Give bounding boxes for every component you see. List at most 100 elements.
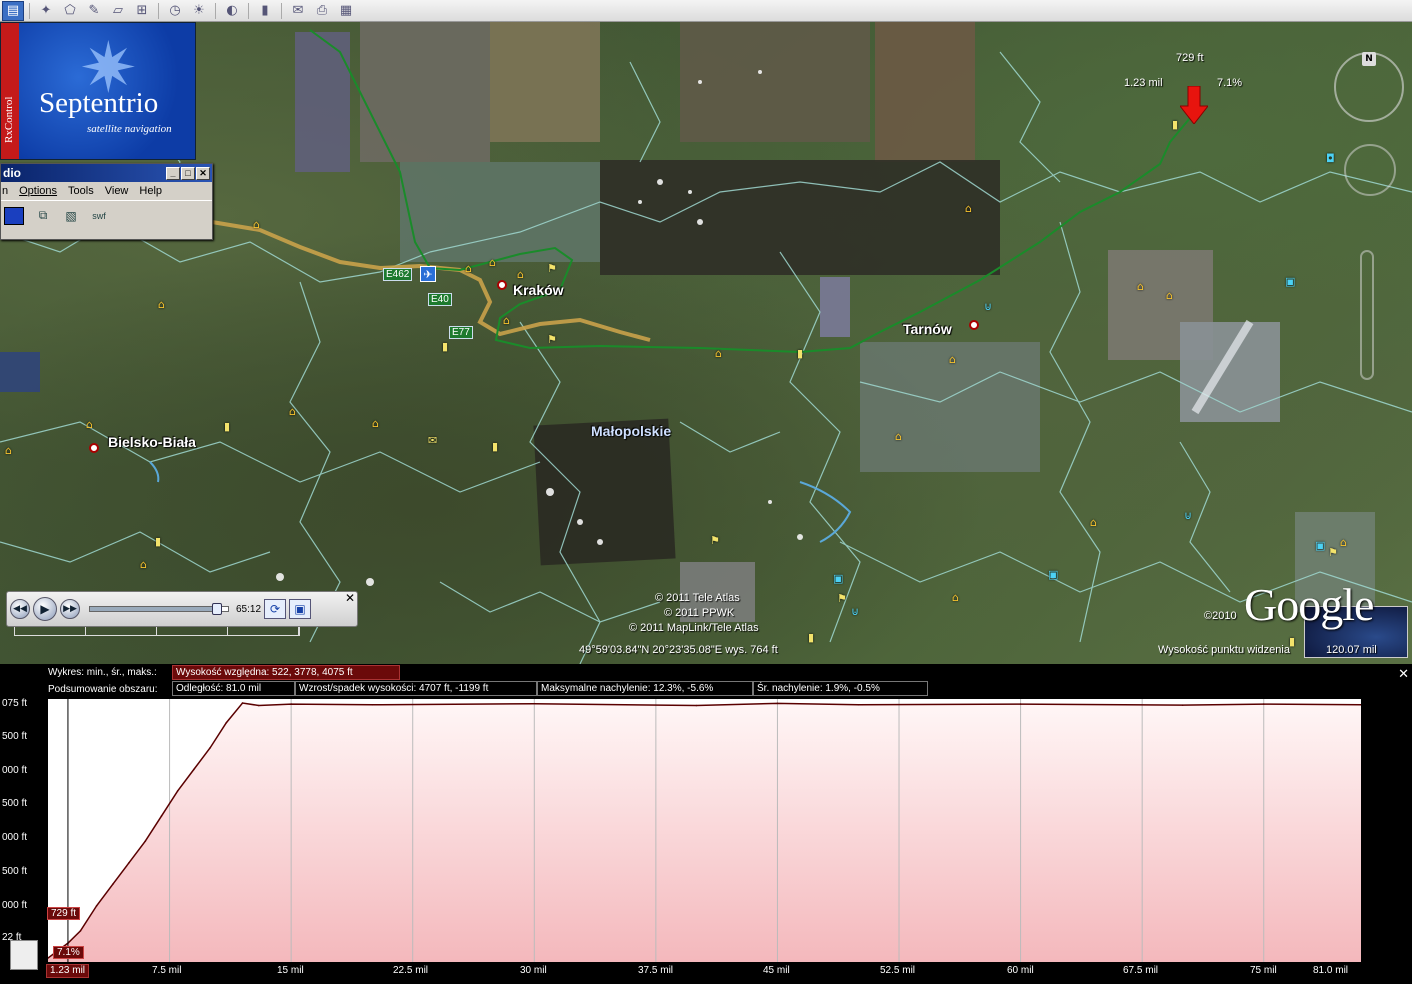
shop-icon[interactable]: ⊍ xyxy=(984,300,992,313)
book-icon[interactable]: ▮ xyxy=(1172,118,1178,131)
city-label-krakow[interactable]: Kraków xyxy=(513,282,564,298)
elevation-point xyxy=(176,790,179,792)
landmark-icon[interactable]: ⌂ xyxy=(715,347,722,360)
add-polygon-icon[interactable]: ⬠ xyxy=(59,1,81,21)
landmark-icon[interactable]: ⌂ xyxy=(158,298,165,311)
add-path-icon[interactable]: ✎ xyxy=(83,1,105,21)
landmark-icon[interactable]: ⌂ xyxy=(289,405,296,418)
landmark-icon[interactable]: ⌂ xyxy=(1137,280,1144,293)
city-marker-bielsko[interactable] xyxy=(89,443,99,453)
flag-icon[interactable]: ⚑ xyxy=(1328,546,1338,559)
flag-icon[interactable]: ⚑ xyxy=(547,333,557,346)
landmark-icon[interactable]: ⌂ xyxy=(1166,289,1173,302)
city-label-tarnow[interactable]: Tarnów xyxy=(903,321,952,337)
sunlight-icon[interactable]: ☀ xyxy=(188,1,210,21)
book-icon[interactable]: ▮ xyxy=(797,347,803,360)
save-tour-icon[interactable]: ▣ xyxy=(289,599,312,619)
network-icon[interactable]: ⧉ xyxy=(34,207,52,225)
window-titlebar[interactable]: dio _ □ ✕ xyxy=(1,164,212,182)
planets-icon[interactable]: ◐ xyxy=(221,1,243,21)
shop-icon[interactable]: ⊍ xyxy=(1184,509,1192,522)
landmark-icon[interactable]: ⌂ xyxy=(86,418,93,431)
copyright-line: © 2011 MapLink/Tele Atlas xyxy=(629,622,759,634)
close-button[interactable]: ✕ xyxy=(196,166,210,180)
book-icon[interactable]: ▮ xyxy=(442,340,448,353)
landmark-icon[interactable]: ⌂ xyxy=(140,558,147,571)
elevation-chart[interactable] xyxy=(48,699,1361,962)
document-icon[interactable] xyxy=(10,940,38,970)
menu-item-file[interactable]: n xyxy=(2,185,8,197)
menu-item-options[interactable]: Options xyxy=(19,185,57,197)
city-marker-tarnow[interactable] xyxy=(969,320,979,330)
rxcontrol-strip: RxControl xyxy=(1,23,19,159)
chart-value[interactable]: Wysokość względna: 522, 3778, 4075 ft xyxy=(172,665,400,680)
add-placemark-icon[interactable]: ✦ xyxy=(35,1,57,21)
book-icon[interactable]: ▮ xyxy=(155,535,161,548)
play-icon[interactable]: ▶ xyxy=(33,597,57,621)
close-player-icon[interactable]: ✕ xyxy=(345,591,355,605)
menu-item-help[interactable]: Help xyxy=(139,185,162,197)
airport-icon[interactable]: ✈ xyxy=(420,266,436,282)
bag-icon[interactable]: ◘ xyxy=(1326,152,1335,165)
landmark-icon[interactable]: ⌂ xyxy=(253,218,260,231)
elevation-point xyxy=(1019,703,1022,705)
menu-item-tools[interactable]: Tools xyxy=(68,185,94,197)
landmark-icon[interactable]: ⌂ xyxy=(1340,536,1347,549)
landmark-icon[interactable]: ⌂ xyxy=(465,262,472,275)
maximize-button[interactable]: □ xyxy=(181,166,195,180)
rewind-icon[interactable]: ◀◀ xyxy=(10,599,30,619)
print-icon[interactable]: ⎙ xyxy=(311,1,333,21)
historical-imagery-icon[interactable]: ◷ xyxy=(164,1,186,21)
flag-icon[interactable]: ⚑ xyxy=(837,592,847,605)
swf-icon[interactable]: swf xyxy=(90,207,108,225)
email-icon[interactable]: ✉ xyxy=(287,1,309,21)
landmark-icon[interactable]: ⌂ xyxy=(5,444,12,457)
repeat-icon[interactable]: ⟳ xyxy=(264,599,287,619)
shop-icon[interactable]: ⊍ xyxy=(851,605,859,618)
copyright-line: © 2011 Tele Atlas xyxy=(655,592,740,604)
y-tick-label: 500 ft xyxy=(2,866,28,877)
zoom-slider[interactable] xyxy=(1360,250,1374,380)
landmark-icon[interactable]: ⌂ xyxy=(489,256,496,269)
fast-forward-icon[interactable]: ▶▶ xyxy=(60,599,80,619)
studio-window: dio _ □ ✕ n Options Tools View Help ⧉ ▧ … xyxy=(0,163,213,240)
book-icon[interactable]: ▮ xyxy=(224,420,230,433)
flag-icon[interactable]: ⚑ xyxy=(547,262,557,275)
hotel-icon[interactable]: ▣ xyxy=(1315,539,1325,552)
north-button[interactable]: N xyxy=(1362,52,1376,66)
landmark-icon[interactable]: ⌂ xyxy=(949,353,956,366)
sidebar-toggle-icon[interactable]: ▤ xyxy=(2,0,24,21)
add-overlay-icon[interactable]: ▱ xyxy=(107,1,129,21)
landmark-icon[interactable]: ⌂ xyxy=(503,314,510,327)
book-icon[interactable]: ▮ xyxy=(808,631,814,644)
hotel-icon[interactable]: ▣ xyxy=(1048,568,1058,581)
book-icon[interactable]: ▮ xyxy=(492,440,498,453)
landmark-icon[interactable]: ⌂ xyxy=(517,268,524,281)
city-label-bielsko[interactable]: Bielsko-Biała xyxy=(108,434,196,450)
record-tour-icon[interactable]: ⊞ xyxy=(131,1,153,21)
landmark-icon[interactable]: ⌂ xyxy=(965,202,972,215)
minimize-button[interactable]: _ xyxy=(166,166,180,180)
hotel-icon[interactable]: ▣ xyxy=(1285,275,1295,288)
flag-icon[interactable]: ⚑ xyxy=(710,534,720,547)
mail-icon[interactable]: ✉ xyxy=(428,434,437,447)
city-marker-krakow[interactable] xyxy=(497,280,507,290)
landmark-icon[interactable]: ⌂ xyxy=(1090,516,1097,529)
avg-slope-value: Śr. nachylenie: 1.9%, -0.5% xyxy=(753,681,928,696)
map-icon[interactable]: ▧ xyxy=(62,207,80,225)
window-title: dio xyxy=(3,166,21,180)
look-joystick[interactable] xyxy=(1344,144,1396,196)
menu-item-view[interactable]: View xyxy=(105,185,129,197)
hotel-icon[interactable]: ▣ xyxy=(833,572,843,585)
landmark-icon[interactable]: ⌂ xyxy=(895,430,902,443)
ruler-icon[interactable]: ▮ xyxy=(254,1,276,21)
landmark-icon[interactable]: ⌂ xyxy=(952,591,959,604)
landmark-icon[interactable]: ⌂ xyxy=(372,417,379,430)
x-start-label: 1.23 mil xyxy=(46,964,90,978)
map-view[interactable]: E462 E40 E77 ✈ Kraków Tarnów Bielsko-Bia… xyxy=(0,22,1412,664)
view-in-maps-icon[interactable]: ▦ xyxy=(335,1,357,21)
tour-progress-knob[interactable] xyxy=(211,603,222,615)
stop-icon[interactable] xyxy=(4,206,24,225)
close-profile-icon[interactable]: ✕ xyxy=(1398,667,1409,682)
tour-progress-slider[interactable] xyxy=(89,603,229,615)
